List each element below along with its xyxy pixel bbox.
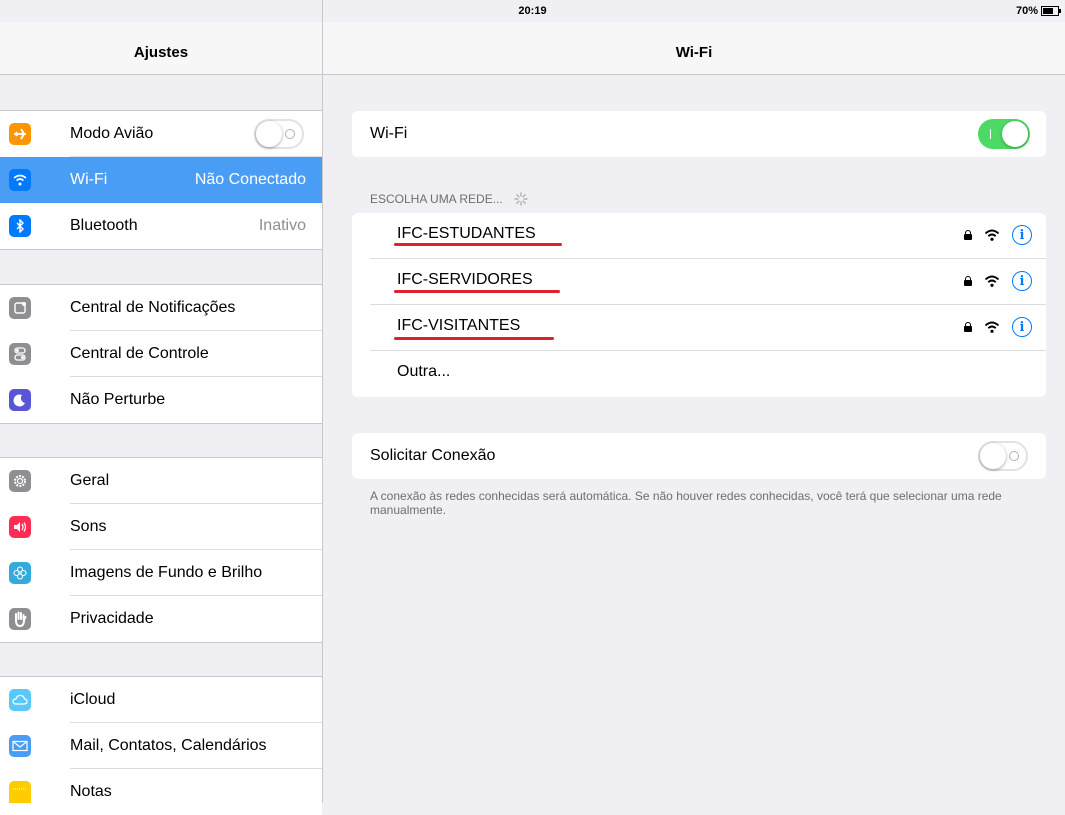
sidebar-title: Ajustes	[133, 44, 189, 61]
other-network-label: Outra...	[397, 363, 451, 380]
ask-to-join-label: Solicitar Conexão	[370, 447, 496, 464]
notifications-icon	[9, 297, 31, 319]
sidebar-item-label: Notas	[70, 783, 112, 800]
sidebar-item-do-not-disturb[interactable]: Não Perturbe	[0, 377, 322, 423]
settings-sidebar: Ajustes Modo Avião Wi-Fi Não Conectado B…	[0, 0, 323, 815]
network-info-button[interactable]: i	[1012, 317, 1032, 337]
other-network-row[interactable]: Outra...	[352, 351, 1046, 397]
speaker-icon	[9, 516, 31, 538]
ask-to-join-toggle[interactable]	[978, 441, 1028, 471]
sidebar-item-label: Mail, Contatos, Calendários	[70, 737, 267, 754]
battery-icon	[1041, 6, 1061, 16]
sidebar-item-icloud[interactable]: iCloud	[0, 677, 322, 723]
sidebar-item-label: Imagens de Fundo e Brilho	[70, 564, 263, 581]
wifi-signal-icon	[984, 275, 1000, 287]
page-title: Wi-Fi	[675, 44, 713, 61]
sidebar-item-label: Wi-Fi	[70, 171, 108, 188]
loading-spinner-icon	[514, 192, 528, 209]
ask-to-join-card: Solicitar Conexão	[352, 433, 1046, 479]
airplane-mode-toggle[interactable]	[254, 119, 304, 149]
sidebar-item-bluetooth[interactable]: Bluetooth Inativo	[0, 203, 322, 249]
network-row[interactable]: IFC-VISITANTES i	[352, 305, 1046, 351]
sidebar-group-centers: Central de Notificações Central de Contr…	[0, 284, 322, 424]
bluetooth-status-value: Inativo	[258, 217, 306, 234]
battery-indicator: 70%	[1015, 5, 1061, 17]
sidebar-item-label: Modo Avião	[70, 125, 154, 142]
sidebar-item-control-center[interactable]: Central de Controle	[0, 331, 322, 377]
sidebar-item-wifi[interactable]: Wi-Fi Não Conectado	[0, 157, 322, 203]
annotation-underline	[394, 243, 562, 246]
airplane-icon	[9, 123, 31, 145]
sidebar-item-label: Não Perturbe	[70, 391, 166, 408]
sidebar-group-connectivity: Modo Avião Wi-Fi Não Conectado Bluetooth…	[0, 110, 322, 250]
sidebar-item-mail[interactable]: Mail, Contatos, Calendários	[0, 723, 322, 769]
wifi-signal-icon	[984, 321, 1000, 333]
detail-header: Wi-Fi	[323, 22, 1065, 75]
network-info-button[interactable]: i	[1012, 271, 1032, 291]
sidebar-group-general: Geral Sons Imagens de Fundo e Brilho Pri…	[0, 457, 322, 643]
annotation-underline	[394, 290, 560, 293]
sidebar-item-notifications[interactable]: Central de Notificações	[0, 285, 322, 331]
lock-icon	[964, 322, 972, 332]
notes-icon	[9, 781, 31, 803]
choose-network-label: ESCOLHA UMA REDE...	[370, 192, 503, 206]
lock-icon	[964, 230, 972, 240]
sidebar-item-label: Central de Notificações	[70, 299, 236, 316]
lock-icon	[964, 276, 972, 286]
wifi-toggle[interactable]	[978, 119, 1030, 149]
sidebar-item-label: Bluetooth	[70, 217, 138, 234]
network-name: IFC-SERVIDORES	[397, 271, 533, 288]
choose-network-header: ESCOLHA UMA REDE...	[370, 192, 528, 209]
mail-icon	[9, 735, 31, 757]
sidebar-item-general[interactable]: Geral	[0, 458, 322, 504]
hand-icon	[9, 608, 31, 630]
sidebar-group-accounts: iCloud Mail, Contatos, Calendários Notas	[0, 676, 322, 815]
moon-icon	[9, 389, 31, 411]
sidebar-item-privacy[interactable]: Privacidade	[0, 596, 322, 642]
wifi-status-value: Não Conectado	[194, 171, 306, 188]
network-info-button[interactable]: i	[1012, 225, 1032, 245]
sidebar-item-label: Sons	[70, 518, 107, 535]
wallpaper-icon	[9, 562, 31, 584]
ask-to-join-row: Solicitar Conexão	[352, 433, 1046, 479]
bluetooth-icon	[9, 215, 31, 237]
sidebar-item-label: iCloud	[70, 691, 116, 708]
sidebar-item-label: Geral	[70, 472, 110, 489]
network-row[interactable]: IFC-SERVIDORES i	[352, 259, 1046, 305]
annotation-underline	[394, 337, 554, 340]
wifi-icon	[9, 169, 31, 191]
network-row[interactable]: IFC-ESTUDANTES i	[352, 213, 1046, 259]
wifi-toggle-row: Wi-Fi	[352, 111, 1046, 157]
gear-icon	[9, 470, 31, 492]
wifi-toggle-label: Wi-Fi	[370, 125, 408, 142]
network-name: IFC-ESTUDANTES	[397, 225, 536, 242]
sidebar-item-sounds[interactable]: Sons	[0, 504, 322, 550]
sidebar-item-label: Privacidade	[70, 610, 154, 627]
control-center-icon	[9, 343, 31, 365]
sidebar-item-wallpaper[interactable]: Imagens de Fundo e Brilho	[0, 550, 322, 596]
sidebar-item-airplane-mode[interactable]: Modo Avião	[0, 111, 322, 157]
network-name: IFC-VISITANTES	[397, 317, 521, 334]
network-list: IFC-ESTUDANTES i IFC-SERVIDORES i IFC-VI…	[352, 213, 1046, 397]
sidebar-header: Ajustes	[0, 22, 322, 75]
wifi-toggle-card: Wi-Fi	[352, 111, 1046, 157]
cloud-icon	[9, 689, 31, 711]
sidebar-item-notes[interactable]: Notas	[0, 769, 322, 815]
wifi-signal-icon	[984, 229, 1000, 241]
sidebar-item-label: Central de Controle	[70, 345, 209, 362]
ask-to-join-footnote: A conexão às redes conhecidas será autom…	[370, 489, 1002, 517]
battery-percent: 70%	[1015, 5, 1038, 17]
